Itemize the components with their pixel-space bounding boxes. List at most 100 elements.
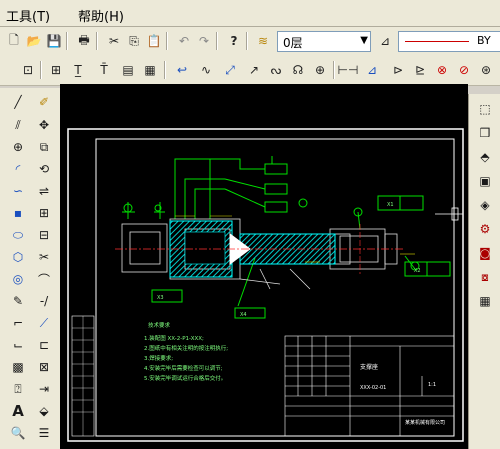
rectangle-icon[interactable]: ▪ <box>8 203 28 223</box>
polyline-icon[interactable]: ⌙ <box>8 335 28 355</box>
right-toolbar: ⬚ ❒ ⬘ ▣ ◈ ⚙ ◙ ⧇ ▦ <box>468 94 500 449</box>
redo-icon[interactable]: ↷ <box>194 31 214 51</box>
surface-icon[interactable]: ⊳ <box>388 60 408 80</box>
point-icon[interactable]: ◎ <box>8 269 28 289</box>
gear-icon[interactable]: ⚙ <box>473 218 497 240</box>
node-move-icon[interactable]: ⊗ <box>432 60 452 80</box>
node-extra-icon[interactable]: ⊛ <box>476 60 496 80</box>
circle-icon[interactable]: ⊕ <box>8 137 28 157</box>
menu-bar: 工具(T) 帮助(H) <box>0 0 500 27</box>
zoom-window-icon[interactable]: ⊞ <box>46 60 66 80</box>
arrow-icon[interactable]: ↗ <box>244 60 264 80</box>
standard-toolbar: 🗋 📂 💾 🖶 ✂ ⎘ 📋 ↶ ↷ ? ≋ 0层 ▼ ⊿ BY <box>0 27 500 57</box>
title-block-company: 某某机械有限公司 <box>405 419 445 426</box>
callout-x2: X2 <box>414 268 421 274</box>
scale-icon[interactable]: ⊠ <box>34 357 54 377</box>
curve-icon[interactable]: ↩ <box>172 60 192 80</box>
menu-help[interactable]: 帮助(H) <box>78 6 124 25</box>
fillet-icon[interactable]: ⌒ <box>34 269 54 289</box>
polygon-icon[interactable]: ⬡ <box>8 247 28 267</box>
copy-obj-icon[interactable]: ⧉ <box>34 137 54 157</box>
cad-drawing: 支撑座 XXX-02-01 某某机械有限公司 1:1 技术要求 1.装配图 XX… <box>67 128 464 442</box>
zoom-icon[interactable]: 🔍 <box>8 423 28 443</box>
bylayer-label: BY <box>477 34 491 47</box>
spline-draw-icon[interactable]: ∽ <box>8 181 28 201</box>
stretch-icon[interactable]: ⊏ <box>34 335 54 355</box>
open-folder-icon[interactable]: 📂 <box>24 31 44 51</box>
region-icon[interactable]: ⍰ <box>8 379 28 399</box>
render2-icon[interactable]: ▦ <box>140 60 160 80</box>
callout-x1: X1 <box>387 202 394 208</box>
new-doc-icon[interactable]: 🗋 <box>4 31 24 51</box>
node-icon[interactable]: ⊵ <box>410 60 430 80</box>
layer-icon[interactable]: ☰ <box>34 423 54 443</box>
drawing-canvas[interactable]: 支撑座 XXX-02-01 某某机械有限公司 1:1 技术要求 1.装配图 XX… <box>60 84 468 449</box>
copy-icon[interactable]: ⎘ <box>124 31 144 51</box>
corner-icon[interactable]: ⌐ <box>8 313 28 333</box>
cube-side-icon[interactable]: ⬘ <box>473 146 497 168</box>
wave-icon[interactable]: ∿ <box>196 60 216 80</box>
panel-icon[interactable]: ▦ <box>473 290 497 312</box>
box-icon[interactable]: ▣ <box>473 170 497 192</box>
note-3: 3.焊接要求; <box>144 354 173 362</box>
undo-icon[interactable]: ↶ <box>174 31 194 51</box>
chevron-down-icon: ▼ <box>360 35 368 46</box>
layer-prop-icon[interactable]: ⊿ <box>375 31 395 51</box>
explode-icon[interactable]: ⬙ <box>34 401 54 421</box>
line-icon[interactable]: ╱ <box>8 92 28 112</box>
note-2: 2.图纸中有相关注明的按注明执行; <box>144 344 228 352</box>
notes-title: 技术要求 <box>148 321 171 329</box>
paste-icon[interactable]: 📋 <box>144 31 164 51</box>
layer-value: 0层 <box>283 36 303 50</box>
layer-select[interactable]: 0层 ▼ <box>277 31 371 52</box>
center-icon[interactable]: ⊕ <box>310 60 330 80</box>
help-icon[interactable]: ? <box>224 31 244 51</box>
note-1: 1.装配图 XX-2-P1-XXX; <box>144 334 204 342</box>
zoom-extents-icon[interactable]: ⊡ <box>18 60 38 80</box>
hatch-icon[interactable]: ▩ <box>8 357 28 377</box>
render-icon[interactable]: ▤ <box>118 60 138 80</box>
dimension-icon[interactable]: ⊢⊣ <box>338 60 359 80</box>
menu-tools[interactable]: 工具(T) <box>6 6 50 25</box>
spline-icon[interactable]: ᔓ <box>266 60 286 80</box>
mirror-icon[interactable]: ⇌ <box>34 181 54 201</box>
cut-icon[interactable]: ✂ <box>104 31 124 51</box>
shape-icon[interactable]: ◈ <box>473 194 497 216</box>
arrow-diag-icon[interactable]: ⤢ <box>220 60 240 80</box>
break-icon[interactable]: -/ <box>34 291 54 311</box>
offset-icon[interactable]: ⊟ <box>34 225 54 245</box>
ellipse-icon[interactable]: ⬭ <box>8 225 28 245</box>
text-icon[interactable]: A <box>8 401 28 421</box>
callout-x3: X3 <box>157 295 164 301</box>
layers-icon[interactable]: ≋ <box>253 31 273 51</box>
array-icon[interactable]: ⊞ <box>34 203 54 223</box>
rotate-icon[interactable]: ⟲ <box>34 159 54 179</box>
angle-dim-icon[interactable]: ⊿ <box>362 60 382 80</box>
title-block-scale: 1:1 <box>428 382 436 388</box>
eraser-icon[interactable]: ✐ <box>34 92 54 112</box>
chamfer-icon[interactable]: ⟋ <box>34 313 54 333</box>
flange-icon[interactable]: ◙ <box>473 242 497 264</box>
move-icon[interactable]: ✥ <box>34 115 54 135</box>
text-edit-icon[interactable]: T̄ <box>94 60 114 80</box>
arc-icon[interactable]: ◜ <box>8 159 28 179</box>
title-block-code: XXX-02-01 <box>360 385 386 391</box>
print-icon[interactable]: 🖶 <box>74 31 94 51</box>
title-block-name: 支撑座 <box>360 363 378 371</box>
lasso-icon[interactable]: ☊ <box>288 60 308 80</box>
save-icon[interactable]: 💾 <box>44 31 64 51</box>
note-5: 5.安装完毕调试运行合格后交付。 <box>144 374 226 382</box>
cube-front-icon[interactable]: ❒ <box>473 122 497 144</box>
node-delete-icon[interactable]: ⊘ <box>454 60 474 80</box>
note-4: 4.安装完毕后需要检查可以调节; <box>144 364 223 372</box>
fixture-icon[interactable]: ⧇ <box>473 266 497 288</box>
pencil-icon[interactable]: ✎ <box>8 291 28 311</box>
double-line-icon[interactable]: ⫽ <box>8 115 28 135</box>
zoom-text-icon[interactable]: T̲ <box>68 60 88 80</box>
drawing-toolbar: ⊡ ⊞ T̲ T̄ ▤ ▦ ↩ ∿ ⤢ ↗ ᔓ ☊ ⊕ ⊢⊣ ⊿ ⊳ ⊵ ⊗ ⊘… <box>0 56 500 86</box>
trim-icon[interactable]: ✂ <box>34 247 54 267</box>
cube-icon[interactable]: ⬚ <box>473 98 497 120</box>
linetype-select[interactable]: BY <box>398 31 500 52</box>
insert-icon[interactable]: ⇥ <box>34 379 54 399</box>
linetype-preview <box>405 41 469 42</box>
